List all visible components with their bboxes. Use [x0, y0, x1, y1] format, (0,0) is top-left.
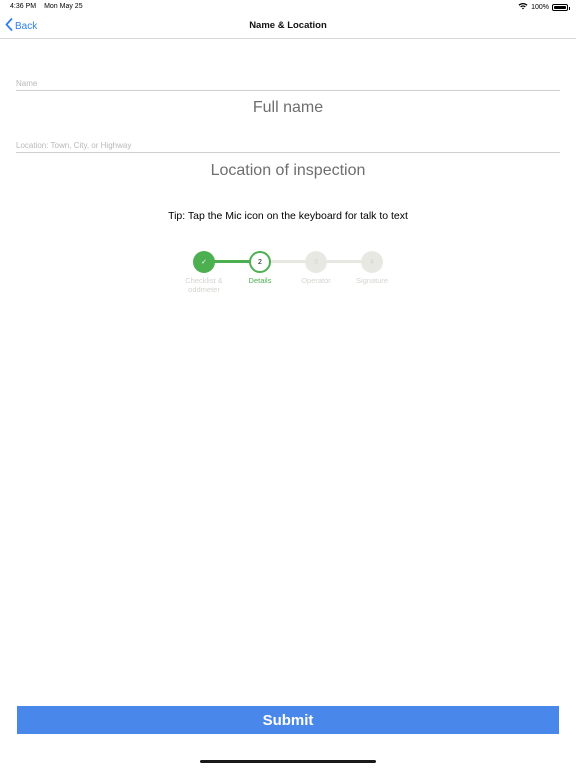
battery-percent: 100% [531, 3, 549, 11]
screen: 4:36 PM Mon May 25 100% Back Name & Locat… [0, 0, 576, 768]
tip-text: Tip: Tap the Mic icon on the keyboard fo… [168, 210, 408, 222]
step-1-circle: ✓ [193, 251, 215, 273]
step-2-label: Details [248, 276, 272, 285]
page-title: Name & Location [249, 20, 327, 31]
step-2-number: 2 [258, 258, 262, 266]
status-right: 100% [518, 2, 570, 12]
progress-stepper: ✓ 2 3 4 Checklist & oddmeter Details Ope… [0, 250, 576, 300]
status-bar: 4:36 PM Mon May 25 100% [0, 0, 576, 14]
location-value: Location of inspection [210, 162, 366, 179]
step-4-number: 4 [370, 258, 374, 266]
step-1-check-icon: ✓ [201, 259, 207, 266]
home-indicator [200, 760, 376, 763]
status-date: Mon May 25 [44, 3, 83, 10]
navigation-bar: Back Name & Location [0, 14, 576, 39]
wifi-icon [518, 2, 528, 12]
location-field[interactable]: Location: Town, City, or Highway [16, 141, 560, 153]
step-3-number: 3 [314, 258, 318, 266]
step-1-label: Checklist & oddmeter [185, 276, 223, 294]
step-connector-3 [326, 260, 362, 263]
step-connector-2 [270, 260, 306, 263]
name-placeholder: Name [16, 79, 38, 88]
name-field[interactable]: Name [16, 79, 560, 91]
battery-icon [552, 3, 570, 11]
step-2-circle: 2 [249, 251, 271, 273]
step-3-label: Operator [301, 276, 331, 285]
status-left: 4:36 PM Mon May 25 [10, 3, 83, 10]
step-4-label: Signature [355, 276, 389, 285]
location-underline [16, 152, 560, 153]
step-4-circle: 4 [361, 251, 383, 273]
name-underline [16, 90, 560, 91]
location-placeholder: Location: Town, City, or Highway [16, 141, 132, 150]
submit-button[interactable]: Submit [17, 706, 559, 734]
status-time: 4:36 PM [10, 3, 37, 10]
name-value: Full name [252, 99, 324, 116]
step-3-circle: 3 [305, 251, 327, 273]
step-connector-1 [214, 260, 250, 263]
